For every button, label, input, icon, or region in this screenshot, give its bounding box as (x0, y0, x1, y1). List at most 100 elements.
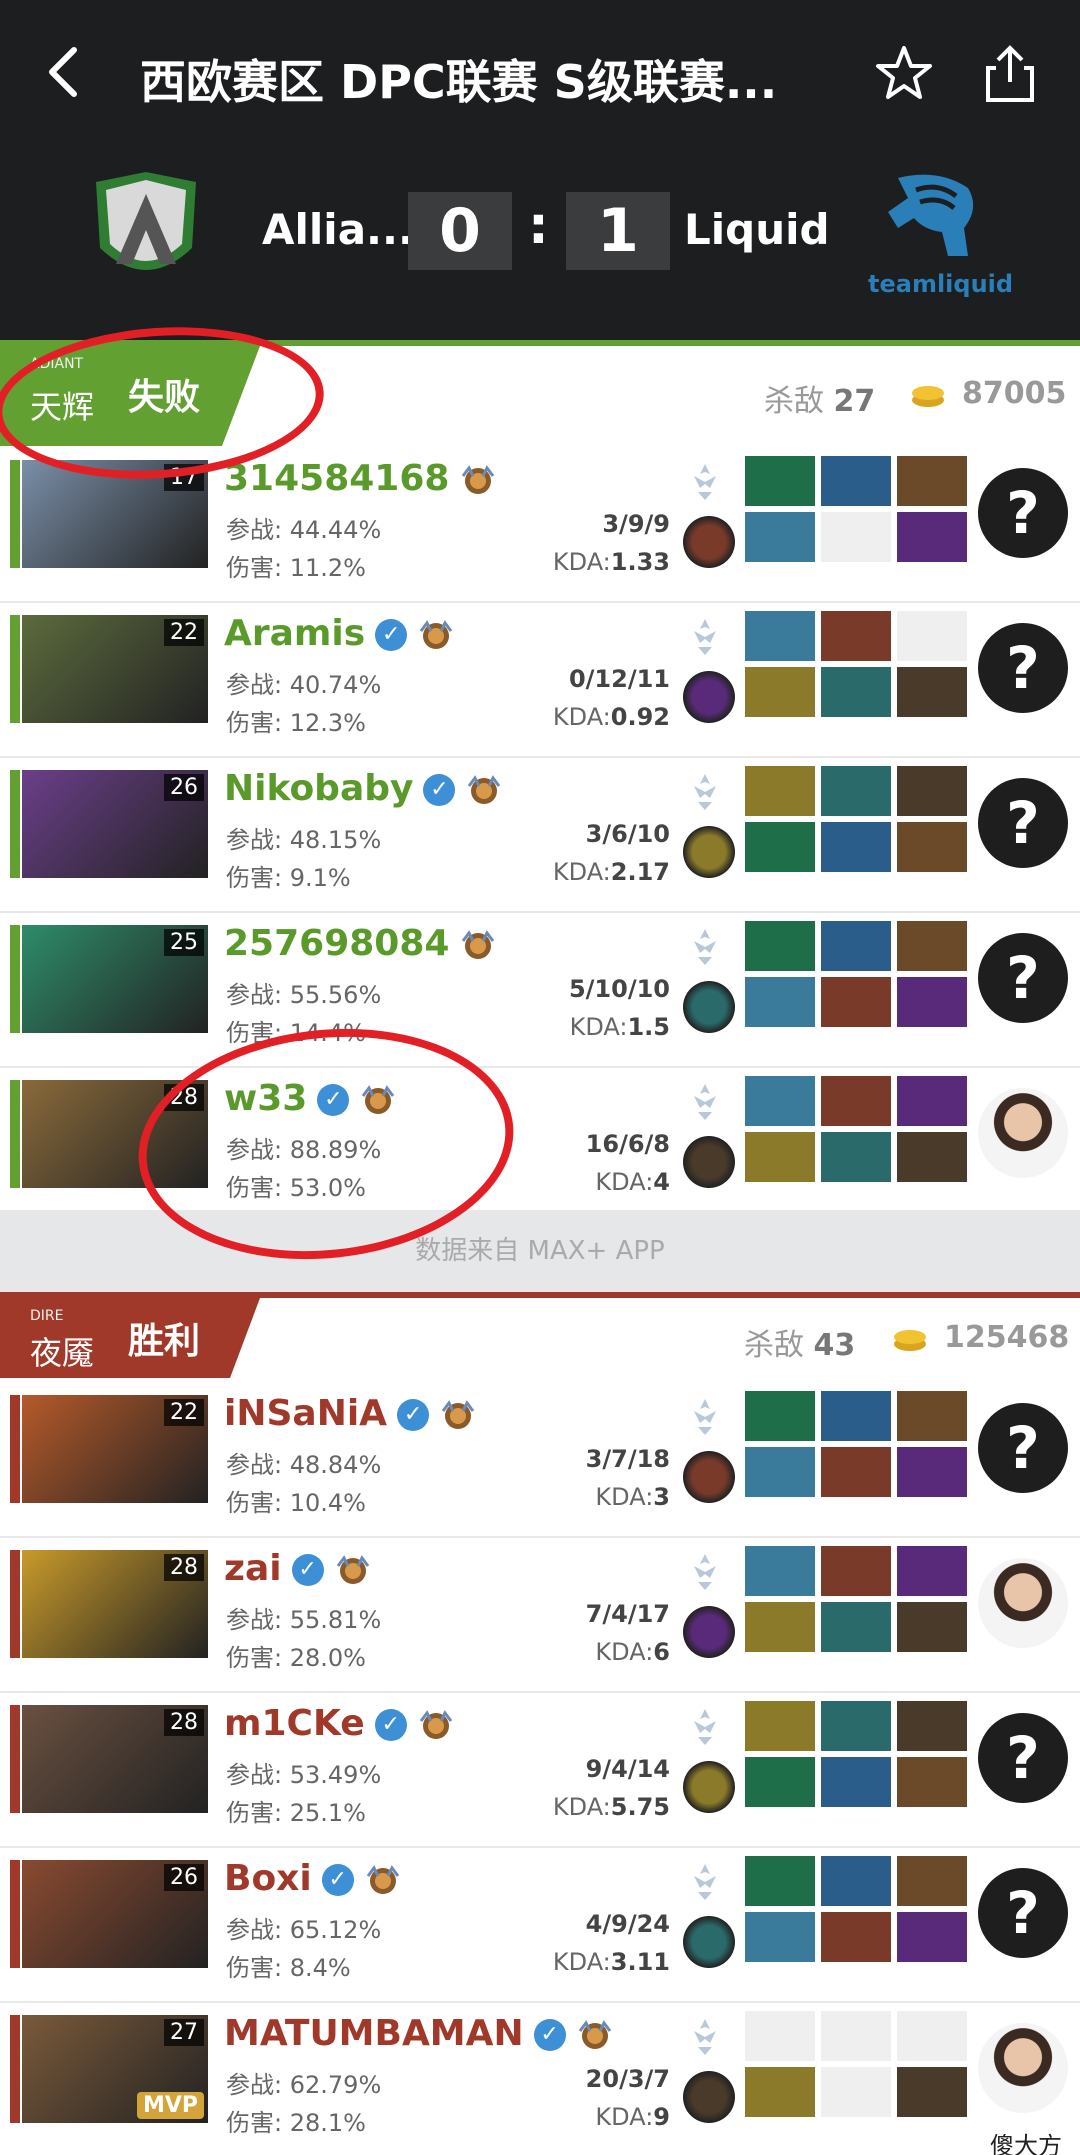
neutral-item-icon[interactable] (683, 1761, 735, 1813)
item-slot[interactable] (745, 1076, 815, 1126)
neutral-item-icon[interactable] (683, 826, 735, 878)
item-slot[interactable] (821, 977, 891, 1027)
item-slot[interactable] (821, 1132, 891, 1182)
item-slot[interactable] (821, 1701, 891, 1751)
item-slot[interactable] (745, 456, 815, 506)
item-slot[interactable] (897, 766, 967, 816)
player-avatar[interactable] (978, 1558, 1068, 1648)
player-row[interactable]: 28 m1CKe ✓ 参战: 53.49% 伤害: 25.1% 9/4/14 KD… (0, 1693, 1080, 1848)
item-slot[interactable] (897, 921, 967, 971)
item-slot[interactable] (821, 921, 891, 971)
item-slot[interactable] (897, 611, 967, 661)
item-slot[interactable] (821, 1546, 891, 1596)
player-name-line[interactable]: 314584168 (224, 458, 497, 499)
hero-portrait[interactable]: 26 (22, 1860, 208, 1968)
item-slot[interactable] (821, 667, 891, 717)
talent-tree-icon[interactable] (688, 1082, 722, 1122)
talent-tree-icon[interactable] (688, 927, 722, 967)
item-slot[interactable] (897, 1912, 967, 1962)
item-slot[interactable] (821, 1856, 891, 1906)
hero-portrait[interactable]: 26 (22, 770, 208, 878)
neutral-item-icon[interactable] (683, 671, 735, 723)
neutral-item-icon[interactable] (683, 1916, 735, 1968)
unknown-avatar-icon[interactable]: ? (978, 623, 1068, 713)
back-arrow-icon[interactable] (40, 42, 90, 102)
item-slot[interactable] (821, 1076, 891, 1126)
item-slot[interactable] (821, 1447, 891, 1497)
player-avatar[interactable] (978, 2023, 1068, 2113)
item-slot[interactable] (821, 1602, 891, 1652)
item-slot[interactable] (821, 611, 891, 661)
player-avatar[interactable] (978, 1088, 1068, 1178)
player-row[interactable]: 25 257698084 参战: 55.56% 伤害: 14.4% 5/10/1… (0, 913, 1080, 1068)
item-slot[interactable] (897, 456, 967, 506)
player-name-line[interactable]: MATUMBAMAN ✓ (224, 2013, 614, 2054)
item-slot[interactable] (745, 1132, 815, 1182)
share-icon[interactable] (980, 42, 1040, 106)
item-slot[interactable] (821, 2011, 891, 2061)
favorite-star-icon[interactable] (872, 42, 936, 106)
item-slot[interactable] (897, 1546, 967, 1596)
item-slot[interactable] (821, 1757, 891, 1807)
hero-portrait[interactable]: 25 (22, 925, 208, 1033)
item-slot[interactable] (897, 1391, 967, 1441)
item-slot[interactable] (745, 1912, 815, 1962)
item-slot[interactable] (745, 1856, 815, 1906)
talent-tree-icon[interactable] (688, 617, 722, 657)
player-name-line[interactable]: zai ✓ (224, 1548, 372, 1589)
item-slot[interactable] (821, 512, 891, 562)
item-slot[interactable] (821, 2067, 891, 2117)
item-slot[interactable] (897, 2067, 967, 2117)
talent-tree-icon[interactable] (688, 772, 722, 812)
talent-tree-icon[interactable] (688, 462, 722, 502)
item-slot[interactable] (821, 456, 891, 506)
talent-tree-icon[interactable] (688, 1707, 722, 1747)
player-row[interactable]: 22 iNSaNiA ✓ 参战: 48.84% 伤害: 10.4% 3/7/18 … (0, 1383, 1080, 1538)
hero-portrait[interactable]: 27 MVP (22, 2015, 208, 2123)
player-name-line[interactable]: Boxi ✓ (224, 1858, 402, 1899)
neutral-item-icon[interactable] (683, 981, 735, 1033)
neutral-item-icon[interactable] (683, 1136, 735, 1188)
alliance-logo-icon[interactable] (88, 168, 204, 292)
item-slot[interactable] (897, 512, 967, 562)
item-slot[interactable] (745, 2067, 815, 2117)
unknown-avatar-icon[interactable]: ? (978, 1868, 1068, 1958)
item-slot[interactable] (897, 1856, 967, 1906)
item-slot[interactable] (897, 1076, 967, 1126)
neutral-item-icon[interactable] (683, 516, 735, 568)
player-name-line[interactable]: 257698084 (224, 923, 497, 964)
item-slot[interactable] (745, 1447, 815, 1497)
player-name-line[interactable]: m1CKe ✓ (224, 1703, 455, 1744)
item-slot[interactable] (745, 1701, 815, 1751)
player-row[interactable]: 26 Nikobaby ✓ 参战: 48.15% 伤害: 9.1% 3/6/10 … (0, 758, 1080, 913)
liquid-logo-icon[interactable]: teamliquid (868, 168, 1013, 298)
item-slot[interactable] (745, 977, 815, 1027)
player-name-line[interactable]: Aramis ✓ (224, 613, 455, 654)
hero-portrait[interactable]: 28 (22, 1550, 208, 1658)
item-slot[interactable] (745, 1546, 815, 1596)
player-row[interactable]: 22 Aramis ✓ 参战: 40.74% 伤害: 12.3% 0/12/11 … (0, 603, 1080, 758)
hero-portrait[interactable]: 28 (22, 1705, 208, 1813)
item-slot[interactable] (745, 1757, 815, 1807)
player-row[interactable]: 27 MVP MATUMBAMAN ✓ 参战: 62.79% 伤害: 28.1% … (0, 2003, 1080, 2155)
item-slot[interactable] (745, 921, 815, 971)
item-slot[interactable] (745, 822, 815, 872)
hero-portrait[interactable]: 22 (22, 615, 208, 723)
neutral-item-icon[interactable] (683, 2071, 735, 2123)
item-slot[interactable] (897, 977, 967, 1027)
item-slot[interactable] (745, 1391, 815, 1441)
unknown-avatar-icon[interactable]: ? (978, 778, 1068, 868)
item-slot[interactable] (897, 1757, 967, 1807)
item-slot[interactable] (745, 611, 815, 661)
item-slot[interactable] (897, 1132, 967, 1182)
talent-tree-icon[interactable] (688, 1397, 722, 1437)
item-slot[interactable] (821, 1391, 891, 1441)
unknown-avatar-icon[interactable]: ? (978, 1403, 1068, 1493)
player-name-line[interactable]: Nikobaby ✓ (224, 768, 503, 809)
player-name-line[interactable]: iNSaNiA ✓ (224, 1393, 477, 1434)
item-slot[interactable] (897, 1701, 967, 1751)
item-slot[interactable] (745, 766, 815, 816)
item-slot[interactable] (745, 667, 815, 717)
talent-tree-icon[interactable] (688, 2017, 722, 2057)
unknown-avatar-icon[interactable]: ? (978, 1713, 1068, 1803)
